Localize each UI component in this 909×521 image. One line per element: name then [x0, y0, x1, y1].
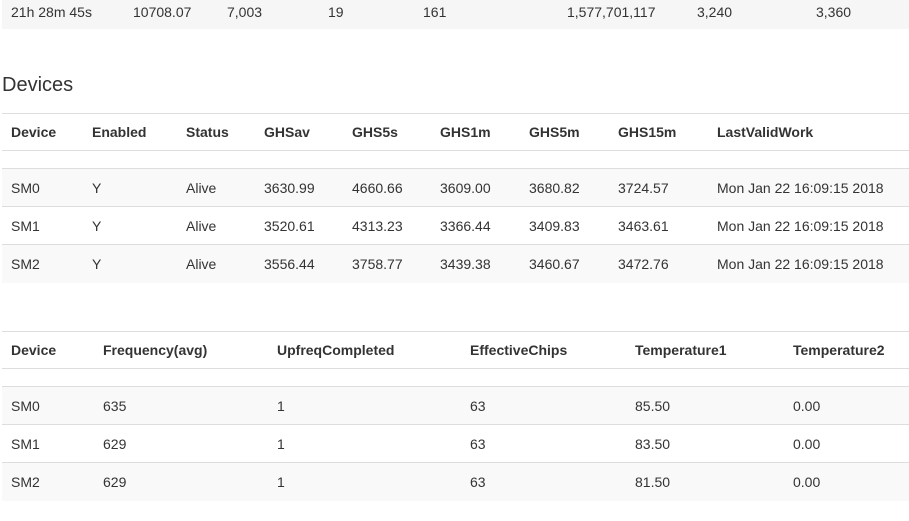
- cell: 81.50: [635, 473, 671, 490]
- cell: Y: [92, 217, 102, 234]
- cell: Mon Jan 22 16:09:15 2018: [717, 255, 884, 272]
- cell: 3366.44: [440, 217, 491, 234]
- cell: 3409.83: [529, 217, 580, 234]
- col-ghs15m: GHS15m: [609, 113, 708, 151]
- summary-ghs-av: 10708.07: [133, 4, 192, 20]
- cell: 1: [277, 473, 285, 490]
- cell: 4313.23: [352, 217, 403, 234]
- cell: 85.50: [635, 397, 671, 414]
- cell: 635: [103, 397, 127, 414]
- cell: 3463.61: [618, 217, 669, 234]
- cell: SM2: [11, 473, 40, 490]
- cell: 1: [277, 435, 285, 452]
- cell: SM1: [11, 217, 40, 234]
- summary-value-3: 19: [328, 4, 344, 20]
- table-header-row: Device Enabled Status GHSav GHS5s GHS1m …: [2, 113, 909, 151]
- col-enabled: Enabled: [83, 113, 177, 151]
- col-frequency-avg: Frequency(avg): [94, 331, 268, 369]
- cell: SM0: [11, 179, 40, 196]
- col-status: Status: [177, 113, 255, 151]
- cell: 63: [470, 473, 486, 490]
- col-temperature2: Temperature2: [784, 331, 909, 369]
- col-ghsav: GHSav: [255, 113, 343, 151]
- col-ghs1m: GHS1m: [431, 113, 520, 151]
- cell: 0.00: [793, 473, 821, 490]
- cell: Alive: [186, 217, 217, 234]
- cell: 3758.77: [352, 255, 403, 272]
- cell: 63: [470, 435, 486, 452]
- table-row: SM1 629 1 63 83.50 0.00: [2, 425, 909, 463]
- cell: 0.00: [793, 397, 821, 414]
- col-device: Device: [2, 113, 83, 151]
- summary-value-7: 3,360: [816, 4, 852, 20]
- cell: 3520.61: [264, 217, 315, 234]
- cell: Alive: [186, 255, 217, 272]
- cell: Y: [92, 255, 102, 272]
- cell: 4660.66: [352, 179, 403, 196]
- cell: SM0: [11, 397, 40, 414]
- summary-value-5: 1,577,701,117: [567, 4, 656, 20]
- cell: SM2: [11, 255, 40, 272]
- device-chips-table: Device Frequency(avg) UpfreqCompleted Ef…: [2, 331, 909, 501]
- col-ghs5m: GHS5m: [520, 113, 609, 151]
- table-header-row: Device Frequency(avg) UpfreqCompleted Ef…: [2, 331, 909, 369]
- col-effective-chips: EffectiveChips: [461, 331, 626, 369]
- cell: 63: [470, 397, 486, 414]
- cell: 3472.76: [618, 255, 669, 272]
- col-device: Device: [2, 331, 94, 369]
- table-row: SM0 Y Alive 3630.99 4660.66 3609.00 3680…: [2, 168, 909, 207]
- cell: 3724.57: [618, 179, 669, 196]
- summary-elapsed: 21h 28m 45s: [11, 4, 92, 20]
- col-upfreq-completed: UpfreqCompleted: [268, 331, 461, 369]
- cell: 83.50: [635, 435, 671, 452]
- col-lastvalidwork: LastValidWork: [708, 113, 909, 151]
- col-temperature1: Temperature1: [626, 331, 784, 369]
- cell: Y: [92, 179, 102, 196]
- table-row: SM1 Y Alive 3520.61 4313.23 3366.44 3409…: [2, 207, 909, 245]
- summary-value-4: 161: [423, 4, 447, 20]
- cell: SM1: [11, 435, 40, 452]
- cell: 3609.00: [440, 179, 491, 196]
- cell: 0.00: [793, 435, 821, 452]
- cell: Alive: [186, 179, 217, 196]
- spacer-row: [2, 369, 909, 387]
- cell: 1: [277, 397, 285, 414]
- table-row: SM2 629 1 63 81.50 0.00: [2, 462, 909, 501]
- cell: 3556.44: [264, 255, 315, 272]
- cell: 629: [103, 473, 127, 490]
- cell: Mon Jan 22 16:09:15 2018: [717, 179, 884, 196]
- table-row: SM2 Y Alive 3556.44 3758.77 3439.38 3460…: [2, 244, 909, 283]
- summary-found-blocks: 7,003: [227, 4, 263, 20]
- cell: 3460.67: [529, 255, 580, 272]
- summary-row: 21h 28m 45s 10708.07 7,003 19 161 1,577,…: [2, 0, 909, 29]
- cell: 3439.38: [440, 255, 491, 272]
- devices-title: Devices: [2, 74, 74, 96]
- cell: 3630.99: [264, 179, 315, 196]
- devices-table: Device Enabled Status GHSav GHS5s GHS1m …: [2, 113, 909, 283]
- cell: Mon Jan 22 16:09:15 2018: [717, 217, 884, 234]
- cell: 629: [103, 435, 127, 452]
- table-row: SM0 635 1 63 85.50 0.00: [2, 386, 909, 425]
- cell: 3680.82: [529, 179, 580, 196]
- summary-value-6: 3,240: [697, 4, 733, 20]
- spacer-row: [2, 151, 909, 169]
- col-ghs5s: GHS5s: [343, 113, 431, 151]
